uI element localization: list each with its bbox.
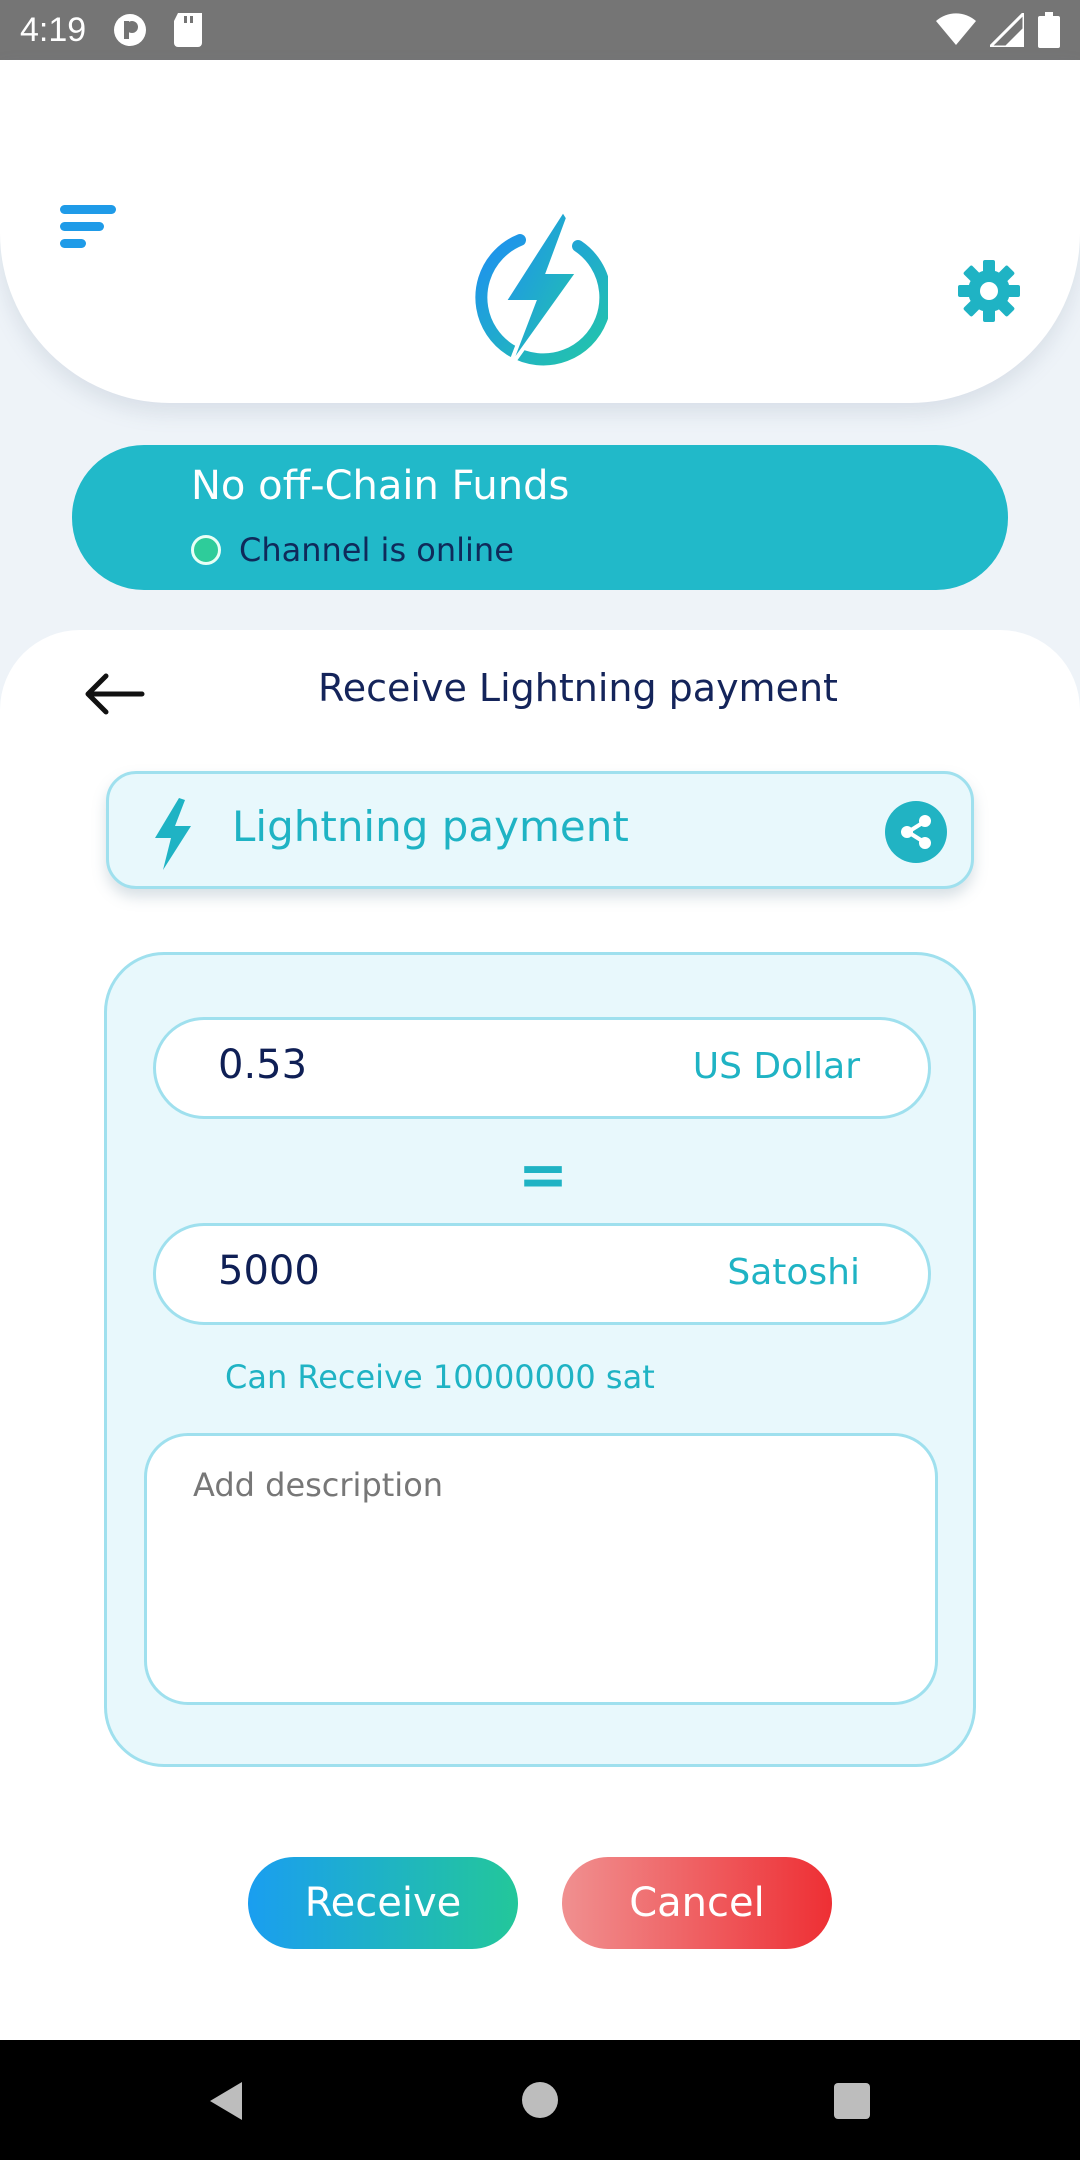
wifi-icon <box>936 13 976 45</box>
nav-back-icon[interactable] <box>206 2080 244 2122</box>
channel-status: Channel is online <box>191 531 514 569</box>
status-time: 4:19 <box>20 10 87 49</box>
app-header <box>0 60 1080 403</box>
usd-unit-label: US Dollar <box>692 1046 860 1087</box>
funds-card: No off-Chain Funds Channel is online <box>72 445 1008 590</box>
receive-button[interactable]: Receive <box>248 1857 518 1949</box>
share-button[interactable] <box>885 801 947 863</box>
payment-type-card: Lightning payment <box>106 771 974 889</box>
signal-icon <box>990 13 1024 47</box>
description-placeholder: Add description <box>193 1466 444 1504</box>
satoshi-amount-value: 5000 <box>218 1248 320 1294</box>
share-icon <box>901 815 931 849</box>
page-title: Receive Lightning payment <box>318 666 838 710</box>
cancel-button[interactable]: Cancel <box>562 1857 832 1949</box>
system-nav-bar <box>0 2040 1080 2160</box>
lightning-bolt-icon <box>155 798 191 870</box>
status-bar: 4:19 <box>0 0 1080 60</box>
payment-type-label: Lightning payment <box>232 802 629 851</box>
can-receive-text: Can Receive 10000000 sat <box>225 1358 655 1396</box>
menu-icon[interactable] <box>60 205 116 257</box>
lightning-logo-icon <box>475 210 608 372</box>
receive-panel: Receive Lightning payment Lightning paym… <box>0 630 1080 2040</box>
amount-form: 0.53 US Dollar = 5000 Satoshi Can Receiv… <box>104 952 976 1767</box>
battery-icon <box>1038 12 1060 48</box>
sd-card-icon <box>174 13 203 47</box>
funds-title: No off-Chain Funds <box>191 463 570 509</box>
usd-amount-value: 0.53 <box>218 1042 308 1088</box>
description-input[interactable]: Add description <box>144 1433 938 1705</box>
usd-amount-input[interactable]: 0.53 US Dollar <box>153 1017 931 1119</box>
satoshi-unit-label: Satoshi <box>727 1252 860 1293</box>
nav-home-icon[interactable] <box>522 2082 558 2118</box>
gear-icon[interactable] <box>956 258 1022 324</box>
satoshi-amount-input[interactable]: 5000 Satoshi <box>153 1223 931 1325</box>
nav-recents-icon[interactable] <box>834 2083 870 2119</box>
p-icon <box>114 14 147 46</box>
online-status-icon <box>191 535 221 565</box>
channel-status-text: Channel is online <box>239 531 514 569</box>
equals-sign: = <box>517 1140 569 1210</box>
